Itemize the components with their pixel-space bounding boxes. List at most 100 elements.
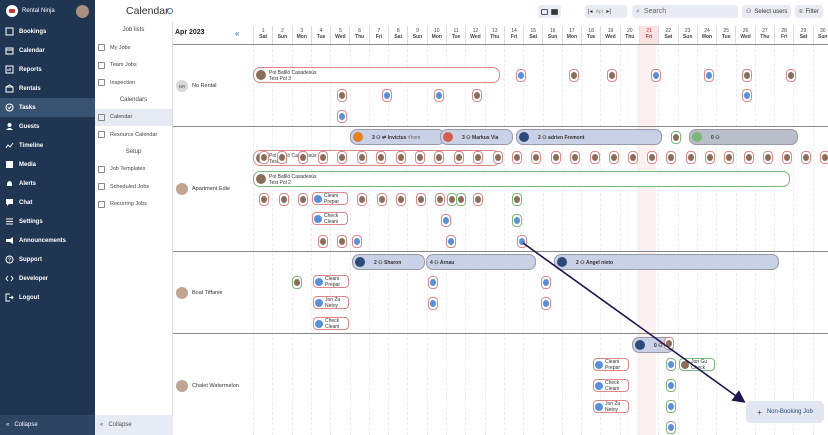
date-cell[interactable]: 8 Sat	[388, 26, 407, 44]
date-cell[interactable]: 4 Tue	[310, 26, 330, 44]
task-chip[interactable]	[628, 151, 638, 164]
sidebar-item-chat[interactable]: Chat	[0, 193, 95, 212]
rental-no-rental[interactable]: NR No Rental	[176, 80, 216, 92]
user-avatar[interactable]	[76, 4, 89, 18]
task-chip[interactable]	[318, 151, 328, 164]
task-chip[interactable]	[590, 151, 600, 164]
task-chip[interactable]	[279, 193, 289, 206]
task-chip[interactable]	[435, 193, 445, 206]
non-booking-job-button[interactable]: + Non-Booking Job	[746, 401, 824, 423]
task-chip[interactable]	[512, 151, 522, 164]
date-cell[interactable]: 25 Tue	[716, 26, 735, 44]
date-cell[interactable]: 11 Tue	[445, 26, 465, 44]
task-chip[interactable]	[428, 276, 438, 289]
panel-item-calendar[interactable]: Calendar	[95, 108, 172, 126]
info-icon[interactable]	[167, 8, 173, 14]
task-chip[interactable]	[357, 193, 367, 206]
task-chip[interactable]	[666, 358, 676, 371]
sidebar-item-rentals[interactable]: Rentals	[0, 79, 95, 98]
date-cell[interactable]: 17 Mon	[561, 26, 581, 44]
task-chip[interactable]	[551, 151, 561, 164]
task-chip[interactable]	[782, 151, 792, 164]
task-chip[interactable]	[396, 151, 406, 164]
date-cell[interactable]: 13 Thu	[484, 26, 504, 44]
sidebar-item-announcements[interactable]: Announcements	[0, 231, 95, 250]
task-chip[interactable]	[744, 151, 754, 164]
task-chip[interactable]	[382, 89, 392, 102]
task-chip[interactable]	[609, 151, 619, 164]
date-cell[interactable]: 24 Mon	[696, 26, 716, 44]
task-chip[interactable]	[352, 235, 362, 248]
panel-item-recurring-jobs[interactable]: Recurring Jobs	[95, 196, 172, 214]
select-users-button[interactable]: ⚇ Select users	[742, 5, 792, 18]
sidebar-item-alerts[interactable]: Alerts	[0, 174, 95, 193]
task-chip[interactable]	[763, 151, 773, 164]
rental-boat-tiffanie[interactable]: Boat Tiffanie	[176, 287, 222, 299]
task-chip[interactable]	[277, 151, 287, 164]
task-chip[interactable]	[298, 193, 308, 206]
task-chip[interactable]	[357, 151, 367, 164]
sidebar-item-timeline[interactable]: Timeline	[0, 136, 95, 155]
sidebar-collapse-button[interactable]: « Collapse	[0, 415, 95, 435]
task-chip[interactable]	[512, 214, 522, 227]
date-cell[interactable]: 19 Wed	[600, 26, 619, 44]
task-chip[interactable]	[415, 151, 425, 164]
prev-month-icon[interactable]: |◂	[588, 8, 593, 15]
sidebar-item-settings[interactable]: Settings	[0, 212, 95, 231]
group-booking[interactable]: 2 ⚇ adrien Fremont	[516, 129, 662, 145]
group-booking[interactable]: 0 ⚇	[689, 129, 798, 145]
task-chip[interactable]	[517, 235, 527, 248]
task-chip[interactable]	[446, 235, 456, 248]
date-cell[interactable]: 27 Thu	[754, 26, 774, 44]
task-chip[interactable]	[512, 193, 522, 206]
date-cell[interactable]: 20 Thu	[619, 26, 639, 44]
task-chip[interactable]	[516, 69, 526, 82]
task-chip[interactable]	[259, 193, 269, 206]
panel-item-inspection[interactable]: Inspection	[95, 74, 172, 92]
rental-chalet-watermelon[interactable]: Chalet Watermelon	[176, 380, 239, 392]
task-chip[interactable]	[666, 151, 676, 164]
group-booking[interactable]: 3 ⚇ Markus Via	[440, 129, 513, 145]
month-view-icon[interactable]	[551, 8, 558, 15]
task-chip[interactable]	[292, 276, 302, 289]
panel-item-team-jobs[interactable]: Team Jobs	[95, 57, 172, 75]
task-chip[interactable]	[742, 69, 752, 82]
task-chip[interactable]	[396, 193, 406, 206]
sidebar-item-developer[interactable]: Developer	[0, 269, 95, 288]
sidebar-item-media[interactable]: Media	[0, 155, 95, 174]
next-month-icon[interactable]: ▸|	[606, 8, 611, 15]
task-chip[interactable]	[434, 89, 444, 102]
date-cell[interactable]: 2 Sun	[272, 26, 291, 44]
sidebar-item-reports[interactable]: Reports	[0, 60, 95, 79]
group-booking[interactable]: 4 ⚇ Arnau	[426, 254, 536, 270]
task-chip[interactable]	[820, 151, 828, 164]
task-chip[interactable]	[666, 400, 676, 413]
panel-item-job-templates[interactable]: Job Templates	[95, 161, 172, 179]
panel-collapse-button[interactable]: « Collapse	[95, 415, 173, 435]
brand[interactable]: Rental Ninja	[0, 0, 95, 22]
date-cell[interactable]: 28 Fri	[774, 26, 793, 44]
rental-apartment-edie[interactable]: Apartment Edie	[176, 183, 230, 195]
task-chip[interactable]	[531, 151, 541, 164]
sidebar-item-tasks[interactable]: Tasks	[0, 98, 95, 117]
date-cell[interactable]: 1 Sat	[253, 26, 272, 44]
task-chip[interactable]	[705, 151, 715, 164]
task-chip[interactable]	[434, 151, 444, 164]
task-chip[interactable]	[671, 131, 681, 144]
date-cell[interactable]: 5 Wed	[330, 26, 349, 44]
task-chip[interactable]	[786, 69, 796, 82]
task-chip[interactable]	[472, 89, 482, 102]
date-cell[interactable]: 6 Thu	[349, 26, 368, 44]
task-chip[interactable]	[569, 69, 579, 82]
date-cell[interactable]: 18 Tue	[581, 26, 600, 44]
date-cell[interactable]: 9 Sun	[407, 26, 426, 44]
layout-view-icon[interactable]	[541, 8, 548, 15]
task-card[interactable]: Cleani Prepar	[593, 358, 629, 371]
task-chip[interactable]	[416, 193, 426, 206]
booking-bar[interactable]: Pol Batlló Casadesús Test Pol 3	[253, 67, 500, 83]
sidebar-item-guests[interactable]: Guests	[0, 117, 95, 136]
date-cell[interactable]: 10 Mon	[426, 26, 446, 44]
task-chip[interactable]	[428, 297, 438, 310]
task-card[interactable]: Check Cleani	[312, 212, 348, 225]
group-booking[interactable]: 2 ⚇ Angel nieto	[554, 254, 779, 270]
